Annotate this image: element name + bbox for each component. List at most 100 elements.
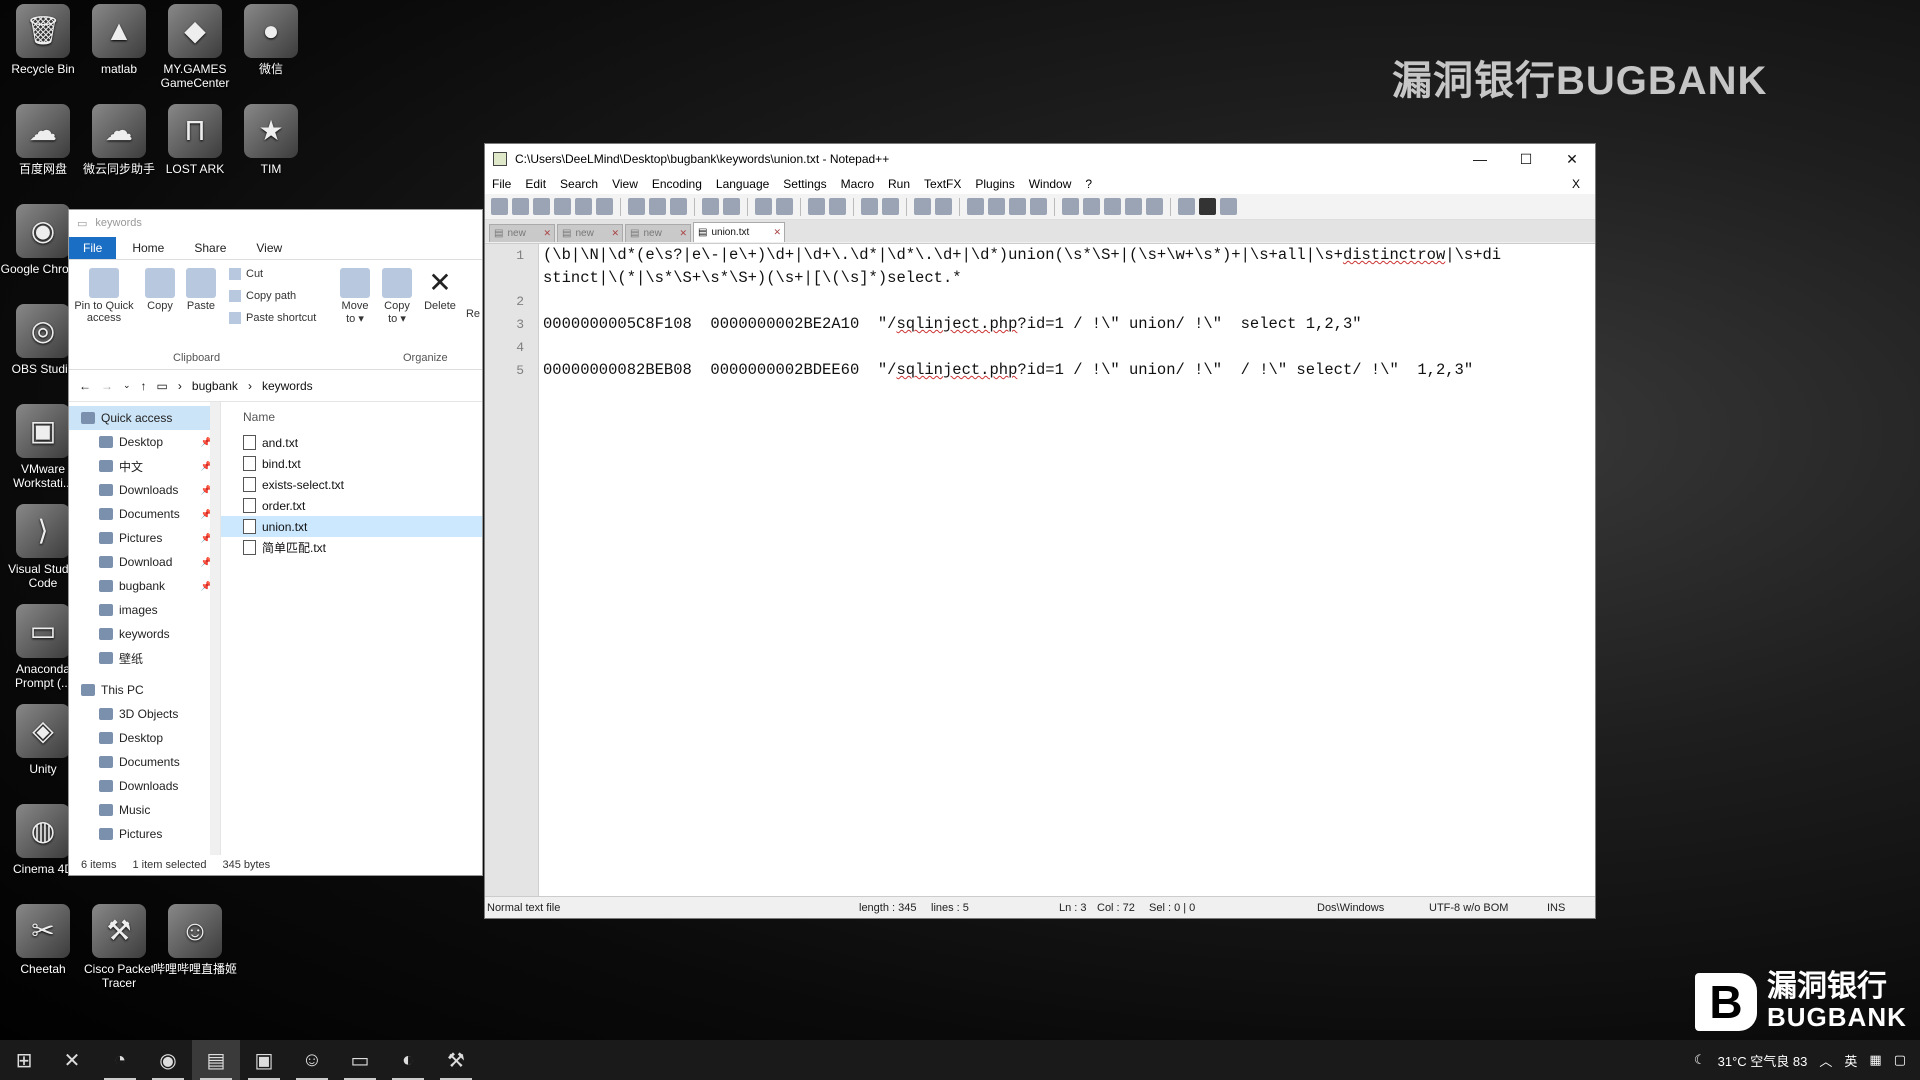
menu-item[interactable]: File: [485, 177, 518, 191]
menu-item[interactable]: Language: [709, 177, 776, 191]
nav-item[interactable]: Quick access: [69, 406, 220, 430]
nav-item[interactable]: 壁纸: [69, 646, 220, 670]
delete-button[interactable]: ✕ Delete: [421, 268, 459, 313]
toolbar-button-icon[interactable]: [491, 198, 508, 215]
toolbar-button-icon[interactable]: [702, 198, 719, 215]
toolbar-button-icon[interactable]: [914, 198, 931, 215]
menu-item[interactable]: Plugins: [968, 177, 1021, 191]
nav-item[interactable]: Download 📌: [69, 550, 220, 574]
toolbar-button-icon[interactable]: [723, 198, 740, 215]
tray-chevron-icon[interactable]: ︿: [1819, 1051, 1832, 1070]
tab-close-icon[interactable]: ✕: [773, 227, 781, 238]
toolbar-button-icon[interactable]: [575, 198, 592, 215]
toolbar-button-icon[interactable]: [1030, 198, 1047, 215]
clock-app-icon[interactable]: ◔: [96, 1040, 144, 1080]
toolbar-button-icon[interactable]: [988, 198, 1005, 215]
menu-item[interactable]: Window: [1022, 177, 1079, 191]
toolbar-button-icon[interactable]: [776, 198, 793, 215]
toolbar-button-icon[interactable]: [649, 198, 666, 215]
menu-item[interactable]: Run: [881, 177, 917, 191]
code-line[interactable]: (\b|\N|\d*(e\s?|e\-|e\+)\d+|\d+\.\d*|\d*…: [543, 244, 1595, 267]
menu-item[interactable]: Edit: [518, 177, 553, 191]
toolbar-button-icon[interactable]: [829, 198, 846, 215]
file-row[interactable]: and.txt: [221, 432, 482, 453]
toolbar-button-icon[interactable]: [1009, 198, 1026, 215]
code-line[interactable]: [543, 336, 1595, 359]
tab-file[interactable]: File: [69, 236, 117, 259]
nav-item[interactable]: Desktop: [69, 726, 220, 750]
toolbar-button-icon[interactable]: [1062, 198, 1079, 215]
minimize-button[interactable]: —: [1457, 144, 1503, 174]
nav-item[interactable]: Downloads 📌: [69, 478, 220, 502]
chrome-icon[interactable]: ◉: [144, 1040, 192, 1080]
nav-item[interactable]: Music: [69, 798, 220, 822]
nav-item[interactable]: Pictures: [69, 822, 220, 846]
toolbar-button-icon[interactable]: [1199, 198, 1216, 215]
back-arrow-icon[interactable]: ←: [79, 379, 91, 393]
explorer-titlebar[interactable]: ▭ keywords: [69, 210, 482, 236]
bilibili-icon[interactable]: ☺: [288, 1040, 336, 1080]
toolbar-button-icon[interactable]: [755, 198, 772, 215]
cisco-icon[interactable]: ⚒: [432, 1040, 480, 1080]
file-row[interactable]: exists-select.txt: [221, 474, 482, 495]
toolbar-button-icon[interactable]: [967, 198, 984, 215]
rename-button[interactable]: Re: [463, 308, 483, 320]
desktop-icon[interactable]: ▲ matlab: [76, 4, 162, 76]
keyboard-layout-icon[interactable]: ▦: [1869, 1052, 1881, 1068]
tab-close-icon[interactable]: ✕: [679, 228, 687, 239]
menu-item[interactable]: Settings: [776, 177, 833, 191]
notepadpp-icon[interactable]: ▤: [192, 1040, 240, 1080]
toolbar-button-icon[interactable]: [1104, 198, 1121, 215]
toolbar-button-icon[interactable]: [808, 198, 825, 215]
paste-button[interactable]: Paste: [183, 268, 219, 312]
toolbar-button-icon[interactable]: [1146, 198, 1163, 215]
toolbar-button-icon[interactable]: [1083, 198, 1100, 215]
nav-item[interactable]: This PC: [69, 678, 220, 702]
desktop-icon[interactable]: ☁ 百度网盘: [0, 104, 86, 176]
file-row[interactable]: 简单匹配.txt: [221, 537, 482, 558]
menu-item[interactable]: ?: [1078, 177, 1099, 191]
nav-item[interactable]: Desktop 📌: [69, 430, 220, 454]
copy-to-button[interactable]: Copy to ▾: [379, 268, 415, 325]
file-row[interactable]: union.txt: [221, 516, 482, 537]
recent-chevron-icon[interactable]: ⌄: [123, 380, 131, 391]
file-row[interactable]: order.txt: [221, 495, 482, 516]
notepadpp-titlebar[interactable]: C:\Users\DeeLMind\Desktop\bugbank\keywor…: [485, 144, 1595, 174]
ime-indicator[interactable]: 英: [1844, 1051, 1857, 1070]
code-line[interactable]: 00000000082BEB08 0000000002BDEE60 "/sqli…: [543, 359, 1595, 382]
menu-item[interactable]: Encoding: [645, 177, 709, 191]
notification-icon[interactable]: ▢: [1894, 1052, 1906, 1068]
document-tab[interactable]: ▤ new ✕: [625, 224, 691, 242]
editor-area[interactable]: 1 2 3 4 5 (\b|\N|\d*(e\s?|e\-|e\+)\d+|\d+\.\…: [485, 243, 1595, 896]
copy-button[interactable]: Copy: [143, 268, 177, 312]
toolbar-button-icon[interactable]: [882, 198, 899, 215]
desktop-icon[interactable]: ◆ MY.GAMES GameCenter: [152, 4, 238, 90]
column-header-name[interactable]: Name: [221, 402, 482, 432]
document-tab[interactable]: ▤ union.txt ✕: [693, 222, 785, 242]
address-bar[interactable]: ← → ⌄ ↑ ▭ › bugbank › keywords: [69, 370, 482, 402]
vmware-icon[interactable]: ▣: [240, 1040, 288, 1080]
nav-scrollbar[interactable]: [210, 402, 220, 855]
toolbar-button-icon[interactable]: [533, 198, 550, 215]
toolbar-button-icon[interactable]: [628, 198, 645, 215]
toolbar-button-icon[interactable]: [596, 198, 613, 215]
code-line[interactable]: stinct|\(*|\s*\S+\s*\S+)(\s+|[\(\s]*)sel…: [543, 267, 1595, 290]
toolbar-button-icon[interactable]: [512, 198, 529, 215]
paste-shortcut-button[interactable]: Paste shortcut: [229, 312, 316, 324]
code-line[interactable]: [543, 290, 1595, 313]
cut-button[interactable]: Cut: [229, 268, 263, 280]
nav-item[interactable]: Documents: [69, 750, 220, 774]
powershell-icon[interactable]: ◐: [384, 1040, 432, 1080]
nav-item[interactable]: 3D Objects: [69, 702, 220, 726]
menu-item[interactable]: Search: [553, 177, 605, 191]
menu-item[interactable]: View: [605, 177, 645, 191]
breadcrumb-bugbank[interactable]: bugbank: [192, 379, 238, 393]
desktop-icon[interactable]: ✂ Cheetah: [0, 904, 86, 976]
windows-start-icon[interactable]: ⊞: [0, 1040, 48, 1080]
document-tab[interactable]: ▤ new ✕: [557, 224, 623, 242]
toolbar-button-icon[interactable]: [670, 198, 687, 215]
desktop-icon[interactable]: ★ TIM: [228, 104, 314, 176]
toolbar-button-icon[interactable]: [1178, 198, 1195, 215]
nav-item[interactable]: Pictures 📌: [69, 526, 220, 550]
breadcrumb-keywords[interactable]: keywords: [262, 379, 313, 393]
